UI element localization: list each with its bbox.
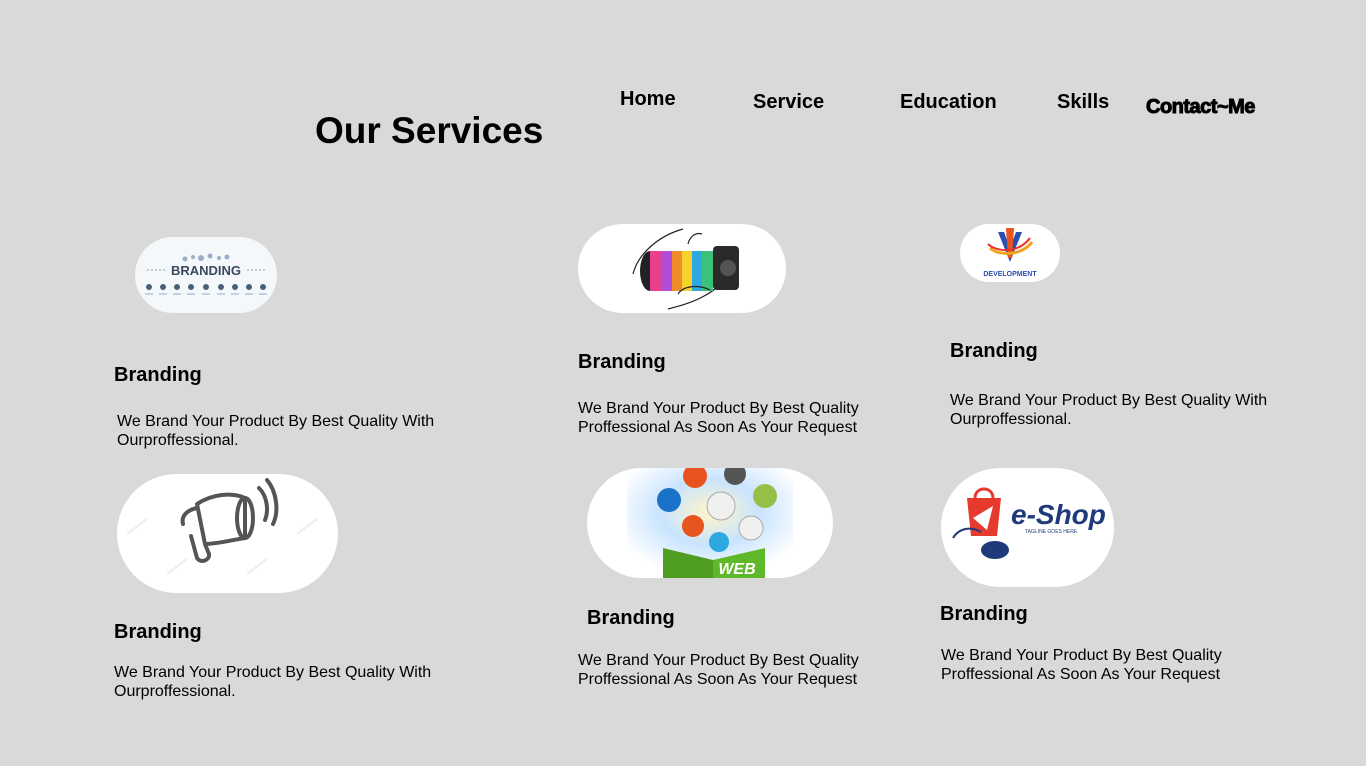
development-image-text: DEVELOPMENT (983, 271, 1037, 278)
branding-image-text: BRANDING (171, 263, 241, 278)
nav-contact[interactable]: Contact~Me (1146, 95, 1256, 119)
nav-service[interactable]: Service (753, 90, 824, 114)
service-title: Branding (578, 351, 666, 373)
eshop-logo-image: e-Shop TAGLINE GOES HERE (941, 468, 1114, 587)
nav-education[interactable]: Education (900, 90, 997, 114)
nav-skills[interactable]: Skills (1057, 90, 1109, 114)
service-description: We Brand Your Product By Best Quality Wi… (114, 664, 432, 700)
service-description: We Brand Your Product By Best Quality Wi… (950, 392, 1268, 428)
eshop-image-subtext: TAGLINE GOES HERE (1025, 529, 1078, 535)
service-title: Branding (587, 607, 675, 629)
service-title: Branding (940, 603, 1028, 625)
web-box-image: WEB (587, 468, 833, 578)
service-title: Branding (950, 340, 1038, 362)
service-title: Branding (114, 621, 202, 643)
branding-banner-image: BRANDING (135, 237, 277, 313)
web-image-text: WEB (718, 561, 755, 578)
page-title: Our Services (315, 110, 544, 151)
service-title: Branding (114, 364, 202, 386)
service-description: We Brand Your Product By Best Quality Pr… (578, 400, 859, 436)
eshop-image-text: e-Shop (1011, 499, 1106, 530)
camera-lens-image (578, 224, 786, 313)
megaphone-image (117, 474, 338, 593)
service-description: We Brand Your Product By Best Quality Wi… (117, 413, 435, 449)
nav-home[interactable]: Home (620, 87, 676, 111)
development-logo-image: DEVELOPMENT (960, 224, 1060, 282)
service-description: We Brand Your Product By Best Quality Pr… (941, 647, 1222, 683)
service-description: We Brand Your Product By Best Quality Pr… (578, 652, 859, 688)
